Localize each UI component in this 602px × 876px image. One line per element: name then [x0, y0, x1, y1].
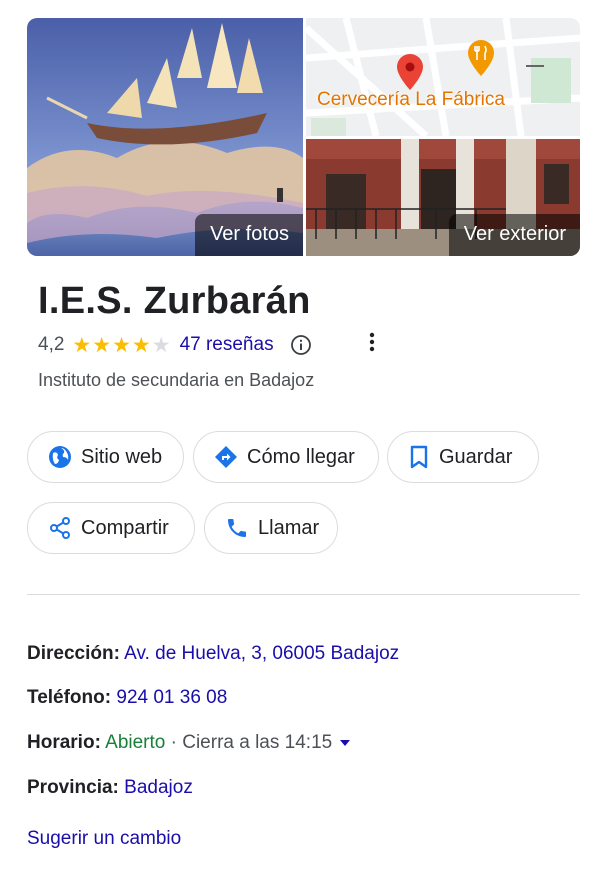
- phone-link[interactable]: 924 01 36 08: [116, 687, 227, 708]
- star-icon: ★: [112, 333, 131, 357]
- hours-row: Horario: Abierto · Cierra a las 14:15: [27, 732, 351, 754]
- globe-icon: [49, 446, 71, 468]
- map-thumbnail[interactable]: Cervecería La Fábrica: [306, 18, 580, 136]
- province-row: Provincia: Badajoz: [27, 777, 193, 799]
- website-button[interactable]: Sitio web: [27, 431, 184, 483]
- save-button[interactable]: Guardar: [387, 431, 539, 483]
- directions-label: Cómo llegar: [247, 445, 355, 468]
- suggest-edit-link[interactable]: Sugerir un cambio: [27, 828, 181, 850]
- rating-row: 4,2 ★ ★ ★ ★ ★ 47 reseñas: [38, 332, 312, 358]
- hours-status: Abierto: [105, 732, 166, 753]
- province-link[interactable]: Badajoz: [124, 777, 193, 798]
- exterior-photo[interactable]: Ver exterior: [306, 139, 580, 256]
- star-rating: ★ ★ ★ ★ ★: [72, 335, 171, 356]
- map-place-label: Cervecería La Fábrica: [317, 89, 505, 110]
- save-label: Guardar: [439, 445, 513, 468]
- place-title: I.E.S. Zurbarán: [38, 280, 311, 322]
- call-button[interactable]: Llamar: [204, 502, 338, 554]
- main-photo[interactable]: Ver fotos: [27, 18, 303, 256]
- rating-value: 4,2: [38, 334, 65, 355]
- place-category: Instituto de secundaria en Badajoz: [38, 370, 315, 390]
- view-photos-label: Ver fotos: [195, 214, 303, 256]
- address-label: Dirección:: [27, 643, 120, 664]
- star-icon: ★: [151, 333, 171, 357]
- share-label: Compartir: [81, 516, 169, 539]
- star-icon: ★: [92, 333, 112, 357]
- info-icon[interactable]: [290, 334, 312, 356]
- more-options-icon[interactable]: [362, 330, 382, 356]
- star-icon: ★: [72, 333, 92, 357]
- hours-close[interactable]: Cierra a las 14:15: [182, 732, 332, 753]
- phone-row: Teléfono: 924 01 36 08: [27, 687, 227, 709]
- directions-icon: [215, 446, 237, 468]
- phone-icon: [228, 519, 246, 537]
- map-background: [306, 18, 580, 136]
- website-label: Sitio web: [81, 445, 163, 468]
- star-icon: ★: [131, 333, 151, 357]
- phone-label: Teléfono:: [27, 687, 112, 708]
- hours-separator: ·: [170, 732, 183, 753]
- reviews-link[interactable]: 47 reseñas: [180, 334, 274, 356]
- photo-grid: Ver fotos Cervecería La Fábrica Ver exte…: [27, 18, 580, 256]
- view-exterior-label: Ver exterior: [448, 214, 580, 256]
- bookmark-icon: [410, 445, 428, 469]
- hours-label: Horario:: [27, 732, 101, 753]
- call-label: Llamar: [258, 516, 320, 539]
- address-row: Dirección: Av. de Huelva, 3, 06005 Badaj…: [27, 643, 399, 665]
- share-icon: [50, 517, 70, 539]
- divider: [27, 594, 580, 595]
- chevron-down-icon[interactable]: [339, 738, 351, 748]
- share-button[interactable]: Compartir: [27, 502, 195, 554]
- province-label: Provincia:: [27, 777, 119, 798]
- restaurant-pin-icon: [468, 40, 494, 76]
- address-link[interactable]: Av. de Huelva, 3, 06005 Badajoz: [124, 643, 399, 664]
- location-pin-icon: [397, 54, 423, 90]
- directions-button[interactable]: Cómo llegar: [193, 431, 379, 483]
